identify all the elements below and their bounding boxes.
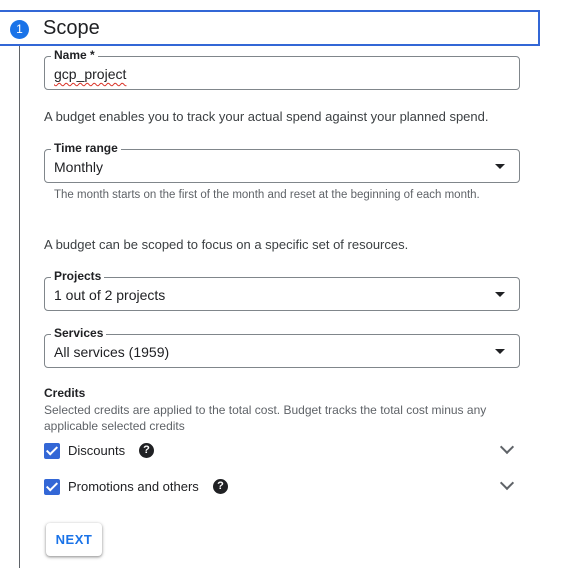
time-range-value: Monthly bbox=[54, 159, 104, 175]
projects-select[interactable]: Projects 1 out of 2 projects bbox=[44, 269, 520, 311]
promotions-checkbox[interactable] bbox=[44, 479, 60, 495]
time-range-label: Time range bbox=[51, 141, 121, 155]
discounts-label: Discounts bbox=[68, 443, 126, 458]
projects-value: 1 out of 2 projects bbox=[54, 287, 166, 303]
next-button[interactable]: NEXT bbox=[46, 523, 102, 556]
step-number-badge: 1 bbox=[10, 20, 29, 39]
dropdown-arrow-icon bbox=[495, 164, 505, 169]
name-field[interactable]: Name * gcp_project bbox=[44, 48, 520, 90]
credits-title: Credits bbox=[44, 386, 86, 400]
projects-label: Projects bbox=[51, 269, 105, 283]
credits-description: Selected credits are applied to the tota… bbox=[44, 403, 487, 433]
promotions-label: Promotions and others bbox=[68, 479, 199, 494]
services-select[interactable]: Services All services (1959) bbox=[44, 326, 520, 368]
dropdown-arrow-icon bbox=[495, 349, 505, 354]
budget-description: A budget enables you to track your actua… bbox=[44, 109, 489, 124]
time-range-hint: The month starts on the first of the mon… bbox=[54, 189, 480, 201]
help-icon[interactable]: ? bbox=[213, 479, 228, 494]
stepper-line bbox=[19, 40, 20, 568]
dropdown-arrow-icon bbox=[495, 292, 505, 297]
chevron-down-icon[interactable] bbox=[499, 439, 515, 455]
chevron-down-icon[interactable] bbox=[499, 475, 515, 491]
help-icon[interactable]: ? bbox=[139, 443, 154, 458]
step-title: Scope bbox=[43, 17, 100, 39]
name-field-label: Name * bbox=[51, 48, 98, 62]
name-field-value[interactable]: gcp_project bbox=[54, 66, 126, 82]
services-label: Services bbox=[51, 326, 107, 340]
scope-description: A budget can be scoped to focus on a spe… bbox=[44, 237, 409, 252]
services-value: All services (1959) bbox=[54, 344, 170, 360]
time-range-select[interactable]: Time range Monthly bbox=[44, 141, 520, 183]
discounts-checkbox[interactable] bbox=[44, 443, 60, 459]
